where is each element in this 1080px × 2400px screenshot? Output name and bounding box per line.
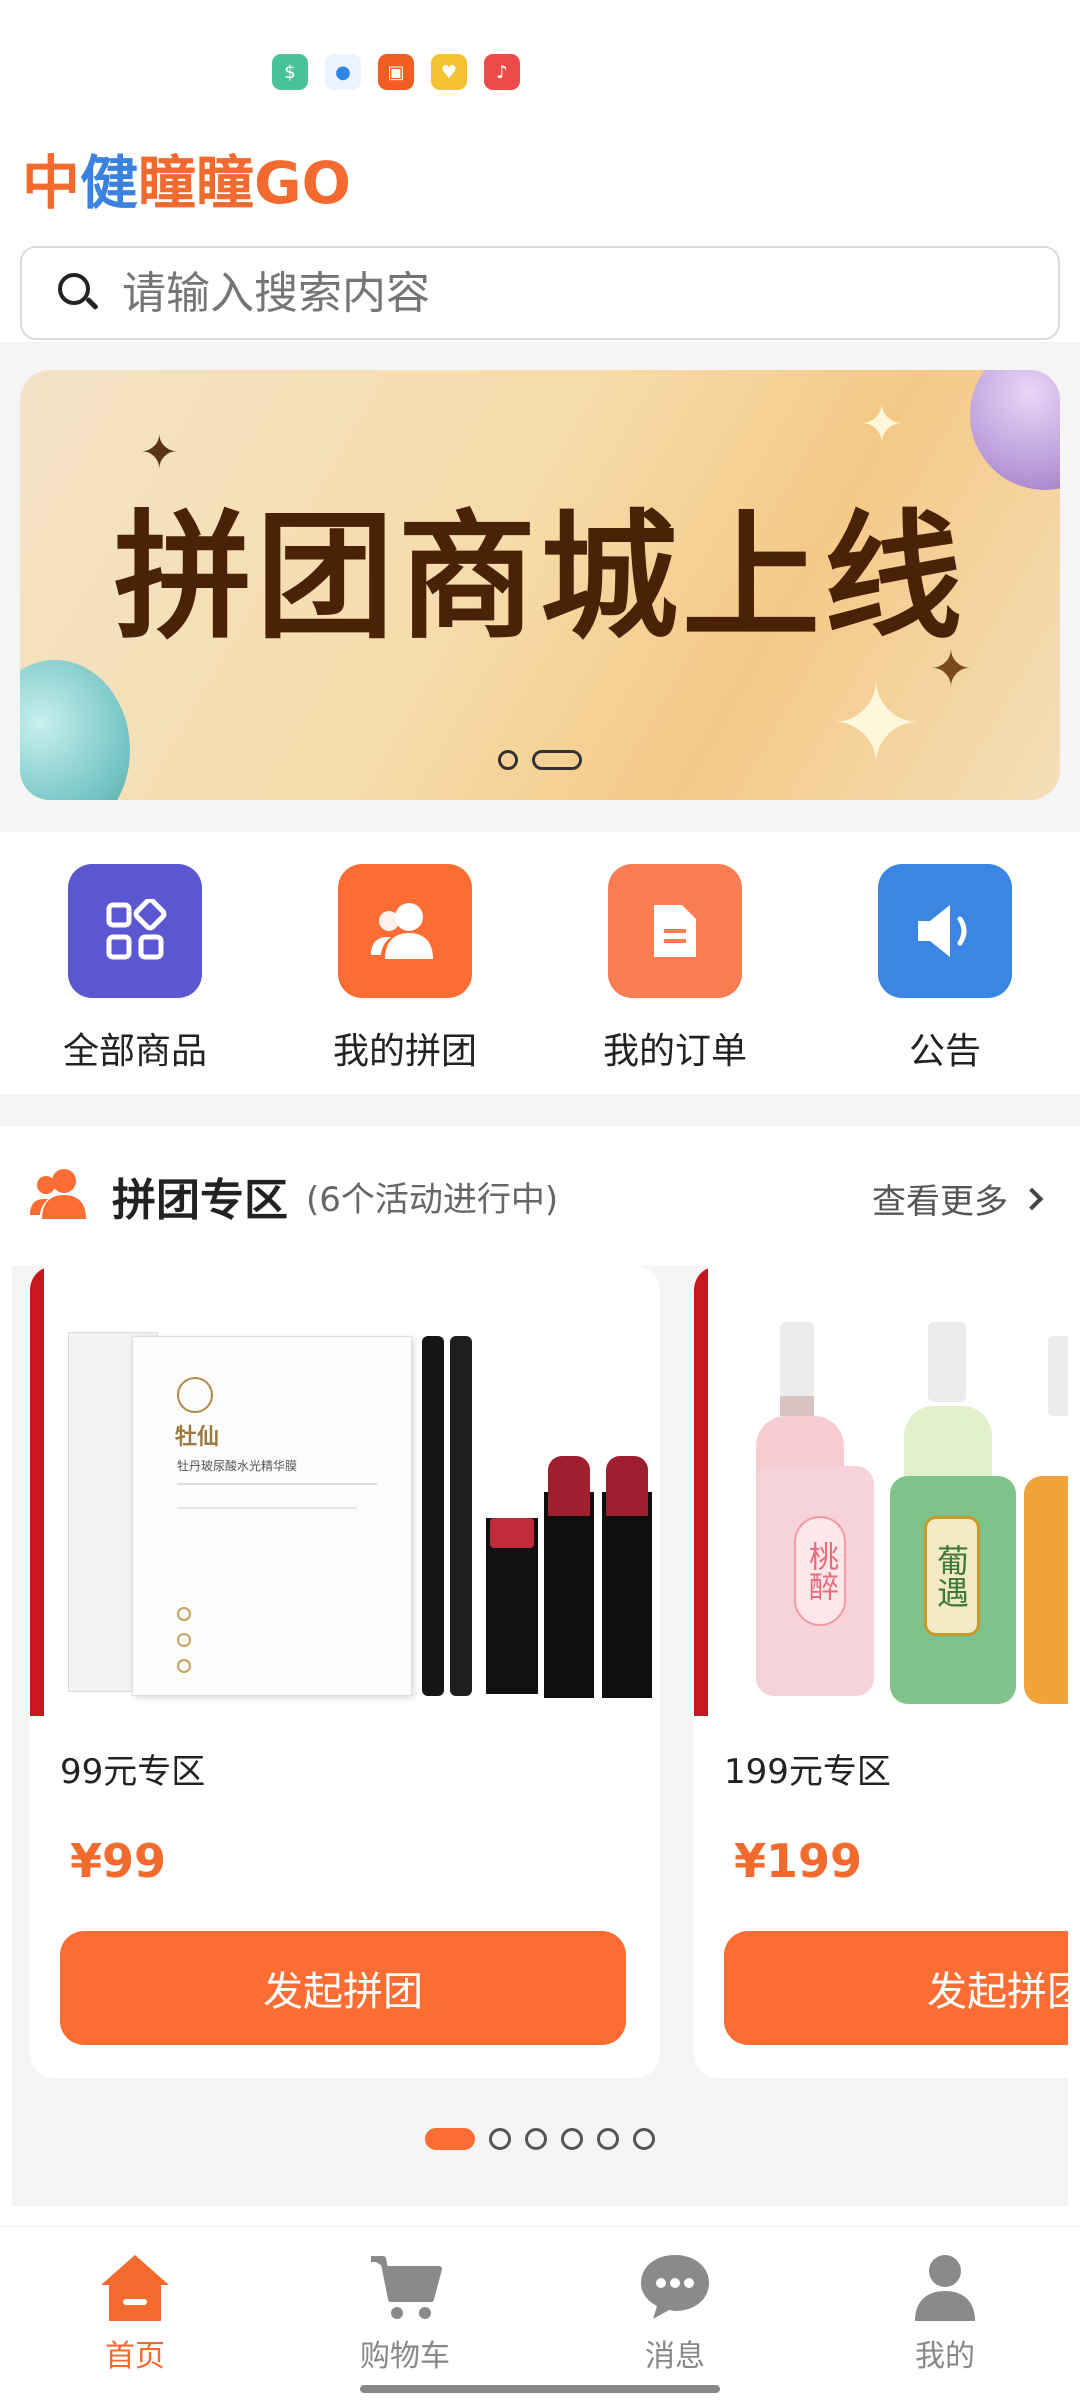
- product-price: ¥199: [734, 1834, 863, 1888]
- user-icon: [915, 2255, 975, 2321]
- browser-app-icon: ●: [325, 54, 361, 90]
- search-input[interactable]: [120, 266, 1020, 320]
- nav-cart[interactable]: 购物车: [270, 2227, 540, 2400]
- product-name: 199元专区: [724, 1752, 891, 1792]
- liquor-label-1: 桃醉: [794, 1516, 846, 1626]
- section-subtitle: (6个活动进行中): [306, 1179, 559, 1220]
- promo-banner[interactable]: ✦ ✦ ✦ ✦ 拼团商城上线: [20, 370, 1060, 800]
- carousel-dot[interactable]: [597, 2128, 619, 2150]
- home-indicator[interactable]: [360, 2385, 720, 2393]
- nav-home[interactable]: 首页: [0, 2227, 270, 2400]
- divider: [0, 1094, 1080, 1126]
- banner-dot-active[interactable]: [532, 750, 582, 770]
- menu-my-orders[interactable]: 我的订单: [540, 832, 810, 1094]
- nav-label: 首页: [105, 2339, 165, 2374]
- app-logo: 中健瞳瞳GO: [22, 150, 351, 216]
- logo-part-1: 中: [22, 149, 81, 217]
- section-title: 拼团专区: [112, 1175, 288, 1226]
- banner-title: 拼团商城上线: [113, 497, 966, 658]
- liquor-label-2: 葡遇: [924, 1516, 980, 1636]
- nav-messages[interactable]: 消息: [540, 2227, 810, 2400]
- menu-label: 全部商品: [62, 1031, 207, 1072]
- home-icon: [101, 2255, 169, 2321]
- banner-dot[interactable]: [498, 750, 518, 770]
- start-group-button[interactable]: 发起拼团: [724, 1931, 1068, 2045]
- menu-label: 公告: [908, 1031, 981, 1072]
- video-app-icon: ▣: [378, 54, 414, 90]
- nav-label: 消息: [645, 2339, 705, 2374]
- bottom-navigation: 首页 购物车 消息 我的: [0, 2226, 1080, 2400]
- product-image: 牡仙 牡丹玻尿酸水光精华膜: [30, 1266, 660, 1716]
- chat-icon: [641, 2255, 709, 2319]
- chevron-right-icon: [1020, 1187, 1044, 1210]
- people-icon: [28, 1167, 92, 1225]
- music-app-icon: ♪: [484, 54, 520, 90]
- notification-icons: $ ● ▣ ♥ ♪: [272, 54, 520, 90]
- carousel-dot[interactable]: [489, 2128, 511, 2150]
- search-icon: [58, 273, 99, 313]
- menu-all-products[interactable]: 全部商品: [0, 832, 270, 1094]
- view-more-link[interactable]: 查看更多: [872, 1174, 1044, 1223]
- carousel-dot[interactable]: [633, 2128, 655, 2150]
- wallet-app-icon: $: [272, 54, 308, 90]
- carousel-dot-active[interactable]: [425, 2128, 475, 2150]
- product-price: ¥99: [70, 1834, 167, 1888]
- product-card[interactable]: 牡仙 牡丹玻尿酸水光精华膜 99元专区 ¥99 发起拼团: [30, 1266, 660, 2078]
- status-bar: $ ● ▣ ♥ ♪: [0, 0, 1080, 140]
- balloon-decoration: [20, 660, 130, 800]
- product-image: 桃醉 葡遇: [694, 1266, 1068, 1716]
- image-border: [30, 1266, 44, 1716]
- view-more-label: 查看更多: [872, 1182, 1008, 1222]
- people-icon: [338, 864, 472, 998]
- start-group-button[interactable]: 发起拼团: [60, 1931, 626, 2045]
- search-bar[interactable]: [20, 246, 1060, 340]
- carousel-dot[interactable]: [525, 2128, 547, 2150]
- logo-part-3: 瞳瞳GO: [138, 149, 351, 217]
- speaker-icon: [878, 864, 1012, 998]
- section-header: 拼团专区 (6个活动进行中): [28, 1166, 558, 1226]
- carousel-dot[interactable]: [561, 2128, 583, 2150]
- menu-announcements[interactable]: 公告: [810, 832, 1080, 1094]
- menu-my-groups[interactable]: 我的拼团: [270, 832, 540, 1094]
- image-border: [694, 1266, 708, 1716]
- product-card[interactable]: 桃醉 葡遇 199元专区 ¥199 发起拼团: [694, 1266, 1068, 2078]
- carousel-pagination: [0, 2128, 1080, 2150]
- menu-label: 我的拼团: [332, 1031, 477, 1072]
- mask-name-text: 牡丹玻尿酸水光精华膜: [177, 1459, 298, 1473]
- menu-label: 我的订单: [602, 1031, 747, 1072]
- nav-label: 购物车: [360, 2339, 450, 2374]
- product-name: 99元专区: [60, 1752, 206, 1792]
- sparkle-icon: ✦: [860, 395, 904, 455]
- logo-part-2: 健: [80, 149, 139, 217]
- grid-icon: [68, 864, 202, 998]
- group-buy-section: 拼团专区 (6个活动进行中) 查看更多 牡仙 牡丹玻尿酸水光精华膜 99元专区 …: [0, 1126, 1080, 2226]
- gift-app-icon: ♥: [431, 54, 467, 90]
- product-carousel[interactable]: 牡仙 牡丹玻尿酸水光精华膜 99元专区 ¥99 发起拼团 桃醉 葡遇 199元专…: [12, 1266, 1068, 2206]
- cart-icon: [371, 2256, 442, 2319]
- document-icon: [608, 864, 742, 998]
- nav-profile[interactable]: 我的: [810, 2227, 1080, 2400]
- nav-label: 我的: [915, 2339, 975, 2374]
- banner-pagination: [20, 750, 1060, 770]
- quick-menu: 全部商品 我的拼团 我的订单 公告: [0, 832, 1080, 1094]
- mask-brand-text: 牡仙: [175, 1425, 220, 1450]
